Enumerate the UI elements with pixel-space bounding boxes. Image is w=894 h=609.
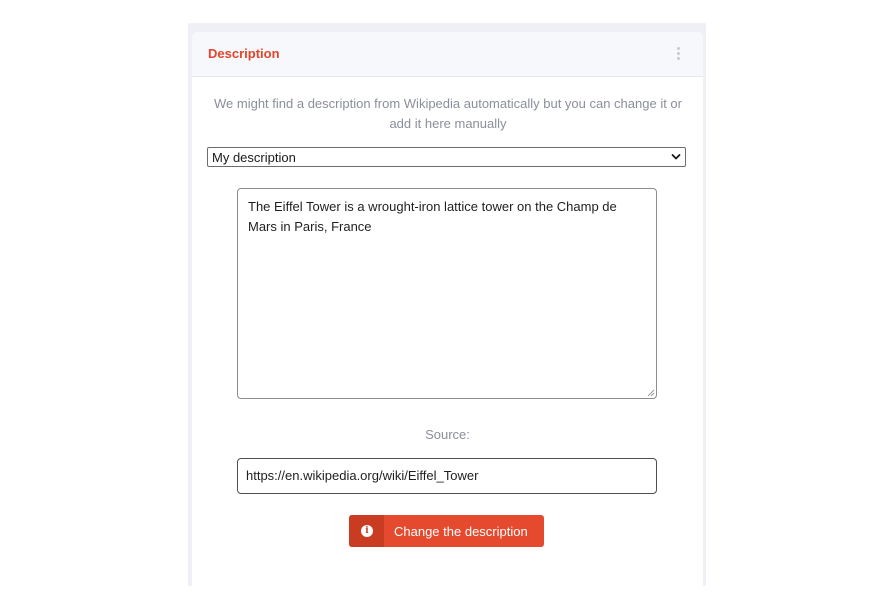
description-card: Description We might find a description … xyxy=(192,32,703,586)
change-description-button[interactable]: i Change the description xyxy=(349,515,544,547)
description-select[interactable]: My description xyxy=(207,147,686,167)
page: Description We might find a description … xyxy=(0,0,894,609)
card-header: Description xyxy=(192,32,703,77)
change-description-label: Change the description xyxy=(394,524,528,539)
source-url-input[interactable]: https://en.wikipedia.org/wiki/Eiffel_Tow… xyxy=(237,458,657,494)
description-select-value: My description xyxy=(212,150,296,165)
source-url-value: https://en.wikipedia.org/wiki/Eiffel_Tow… xyxy=(246,468,479,483)
resize-handle-icon[interactable] xyxy=(647,389,655,397)
more-options-icon[interactable] xyxy=(677,47,681,61)
button-icon-area: i xyxy=(349,515,384,547)
chevron-down-icon xyxy=(671,154,681,160)
source-label: Source: xyxy=(425,427,470,442)
intro-text: We might find a description from Wikiped… xyxy=(214,96,682,131)
card-title: Description xyxy=(208,46,280,61)
description-textarea[interactable]: The Eiffel Tower is a wrought-iron latti… xyxy=(237,188,657,399)
info-icon: i xyxy=(361,525,373,537)
description-textarea-text: The Eiffel Tower is a wrought-iron latti… xyxy=(248,199,617,234)
